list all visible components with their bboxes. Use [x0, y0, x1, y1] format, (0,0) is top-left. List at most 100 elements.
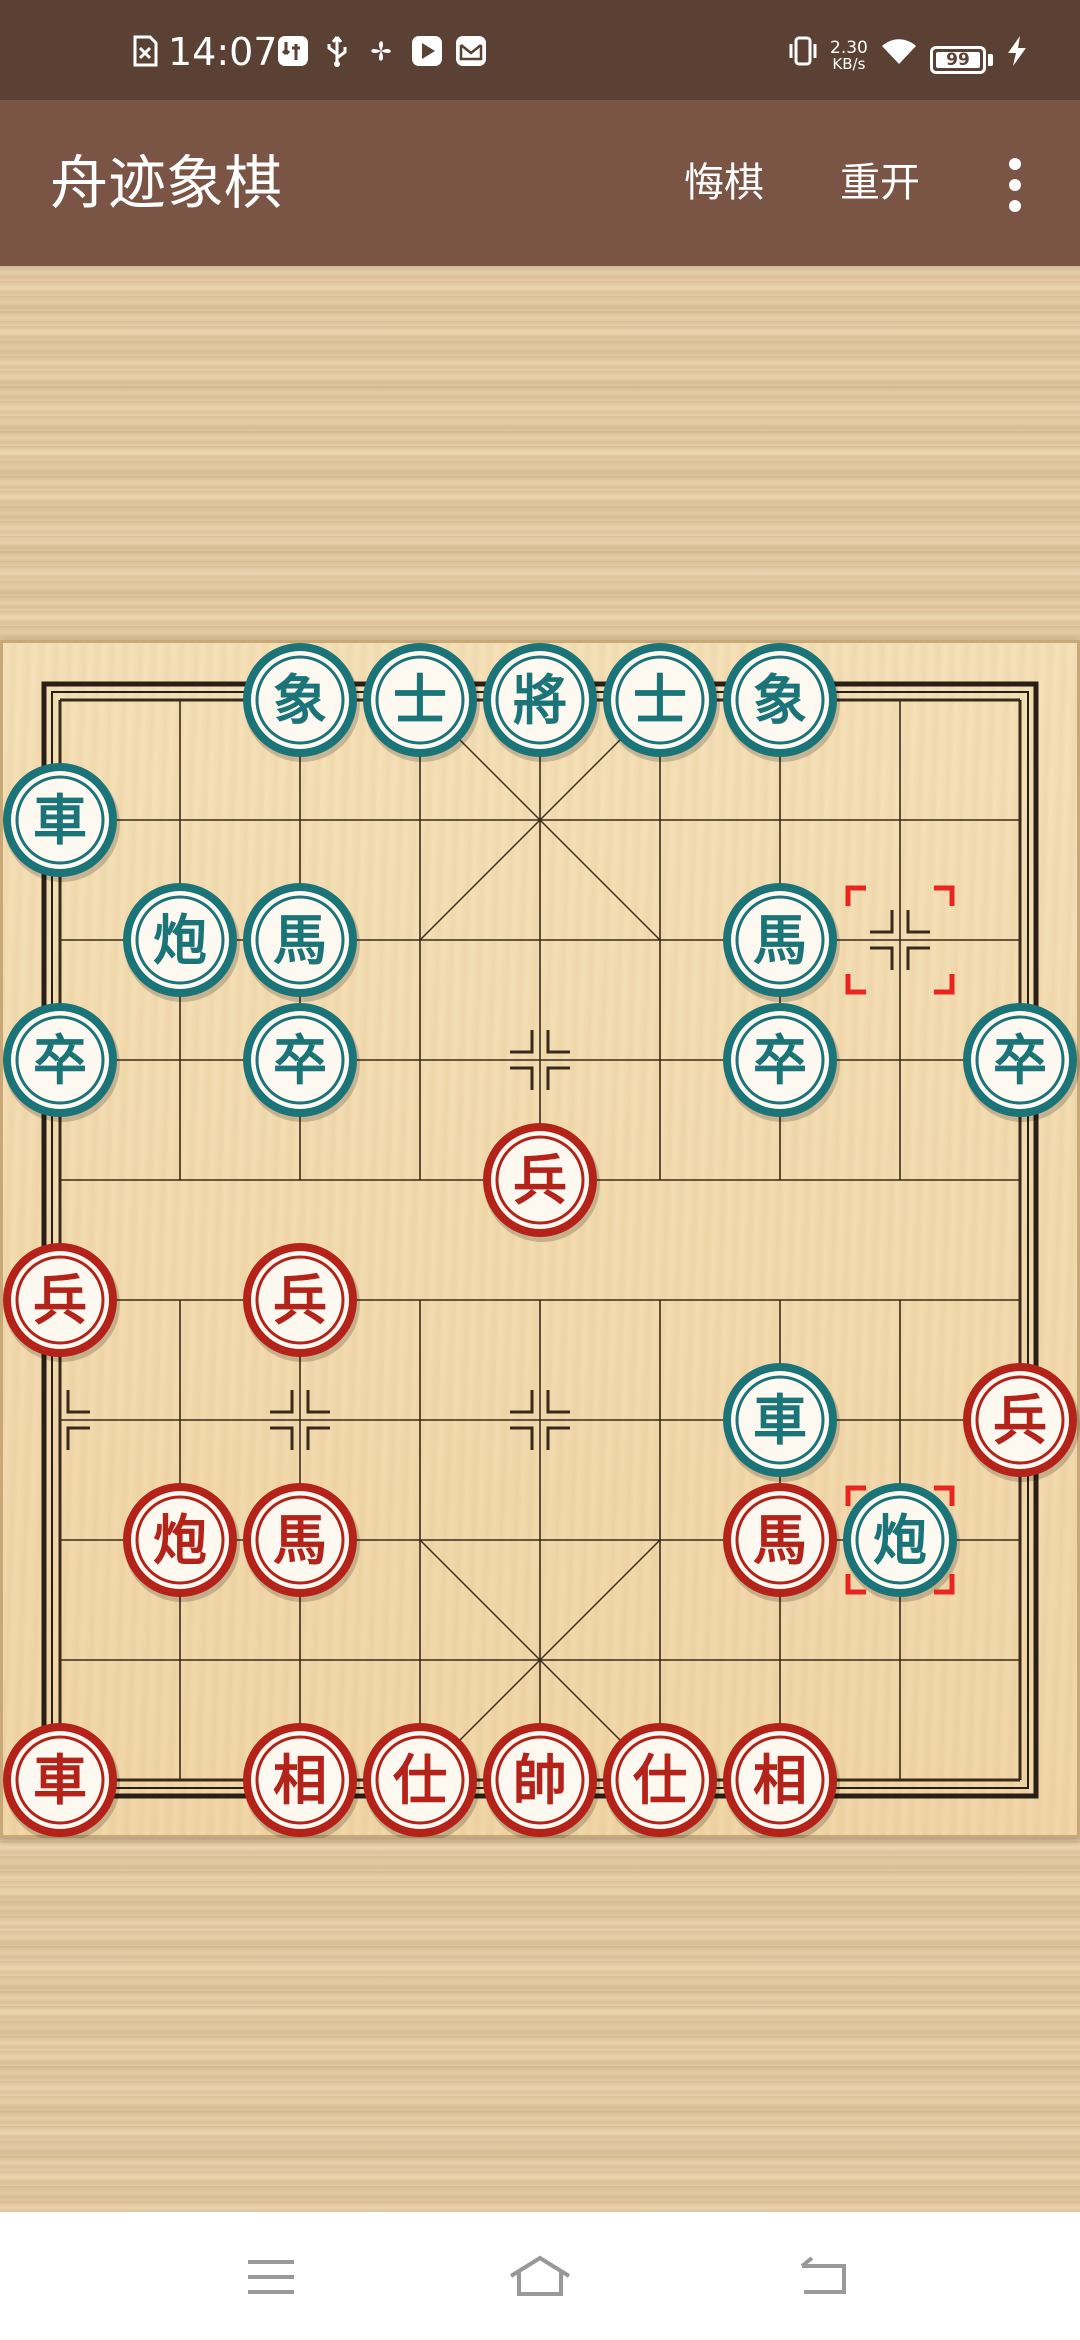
- piece-label: 兵: [513, 1148, 567, 1212]
- restart-button[interactable]: 重开: [840, 158, 920, 208]
- red-piece[interactable]: 帥: [483, 1723, 600, 1838]
- piece-label: 炮: [153, 908, 207, 972]
- piece-label: 仕: [393, 1748, 447, 1812]
- green-piece[interactable]: 車: [3, 763, 120, 882]
- piece-label: 相: [753, 1748, 807, 1812]
- selection-bracket: [934, 885, 955, 906]
- status-bar: 14:07 2.30 KB/s 99: [0, 0, 1080, 100]
- position-marker: [306, 1390, 330, 1414]
- selection-bracket: [845, 885, 866, 906]
- position-marker: [546, 1390, 570, 1414]
- piece-label: 炮: [873, 1508, 927, 1572]
- position-marker: [906, 946, 930, 970]
- position-marker: [546, 1426, 570, 1450]
- green-piece[interactable]: 馬: [723, 883, 840, 1002]
- usb-icon: [327, 36, 347, 67]
- network-speed-value: 2.30: [830, 38, 868, 58]
- green-piece[interactable]: 士: [603, 643, 720, 762]
- green-piece[interactable]: 卒: [243, 1003, 360, 1122]
- app-title: 舟迹象棋: [50, 149, 283, 217]
- battery-tip: [988, 54, 993, 66]
- red-piece[interactable]: 車: [3, 1723, 120, 1838]
- status-time: 14:07: [168, 30, 278, 74]
- position-marker: [870, 910, 894, 934]
- red-piece[interactable]: 相: [243, 1723, 360, 1838]
- piece-label: 將: [513, 668, 567, 732]
- piece-label: 相: [273, 1748, 327, 1812]
- red-piece[interactable]: 兵: [483, 1123, 600, 1242]
- selection-bracket: [934, 974, 955, 995]
- piece-label: 仕: [633, 1748, 687, 1812]
- red-piece[interactable]: 馬: [243, 1483, 360, 1602]
- position-marker: [66, 1390, 90, 1414]
- red-piece[interactable]: 兵: [3, 1243, 120, 1362]
- back-icon[interactable]: [788, 2242, 858, 2312]
- green-piece[interactable]: 車: [723, 1363, 840, 1482]
- piece-label: 炮: [153, 1508, 207, 1572]
- battery-level: 99: [946, 50, 970, 70]
- red-piece[interactable]: 兵: [963, 1363, 1080, 1482]
- piece-label: 象: [753, 668, 807, 732]
- xiangqi-board[interactable]: 象士將士象車炮馬馬卒卒卒卒兵兵兵車兵炮馬馬炮車相仕帥仕相: [0, 640, 1080, 1838]
- sim-off-icon: [133, 35, 158, 67]
- piece-label: 帥: [513, 1748, 567, 1812]
- position-marker: [546, 1066, 570, 1090]
- position-marker: [510, 1390, 534, 1414]
- mail-icon: [456, 36, 486, 66]
- red-piece[interactable]: 馬: [723, 1483, 840, 1602]
- red-piece[interactable]: 仕: [363, 1723, 480, 1838]
- position-marker: [510, 1030, 534, 1054]
- board-grid: 象士將士象車炮馬馬卒卒卒卒兵兵 兵車 兵炮馬馬炮車相仕帥仕相: [3, 643, 1080, 1838]
- red-piece[interactable]: 仕: [603, 1723, 720, 1838]
- position-marker: [870, 946, 894, 970]
- red-piece[interactable]: 相: [723, 1723, 840, 1838]
- navigation-bar: [0, 2212, 1080, 2340]
- green-piece[interactable]: 炮: [843, 1483, 960, 1602]
- charging-icon: [1008, 36, 1026, 66]
- piece-label: 士: [393, 668, 447, 732]
- battery-icon: 99: [930, 46, 986, 74]
- home-icon[interactable]: [505, 2242, 575, 2312]
- red-piece[interactable]: 兵: [243, 1243, 360, 1362]
- piece-label: 馬: [273, 1508, 327, 1572]
- piece-label: 卒: [993, 1028, 1047, 1092]
- piece-label: 馬: [273, 908, 327, 972]
- network-speed-unit: KB/s: [832, 55, 866, 73]
- piece-label: 車: [33, 788, 87, 852]
- pinwheel-icon: [371, 41, 391, 61]
- green-piece[interactable]: 卒: [3, 1003, 120, 1122]
- piece-label: 兵: [273, 1268, 327, 1332]
- network-speed: 2.30 KB/s: [830, 38, 868, 73]
- green-piece[interactable]: 馬: [243, 883, 360, 1002]
- piece-label: 車: [33, 1748, 87, 1812]
- vibrate-icon: [789, 36, 817, 66]
- green-piece[interactable]: 卒: [963, 1003, 1080, 1122]
- piece-label: 卒: [33, 1028, 87, 1092]
- piece-label: 車: [753, 1388, 807, 1452]
- green-piece[interactable]: 將: [483, 643, 600, 762]
- red-piece[interactable]: 炮: [123, 1483, 240, 1602]
- undo-button[interactable]: 悔棋: [684, 158, 764, 208]
- usb-debug-icon: [278, 36, 308, 66]
- piece-label: 馬: [753, 908, 807, 972]
- position-marker: [510, 1426, 534, 1450]
- green-piece[interactable]: 卒: [723, 1003, 840, 1122]
- position-marker: [306, 1426, 330, 1450]
- piece-label: 卒: [753, 1028, 807, 1092]
- green-piece[interactable]: 炮: [123, 883, 240, 1002]
- green-piece[interactable]: 象: [723, 643, 840, 762]
- position-marker: [66, 1426, 90, 1450]
- app-bar: 舟迹象棋 悔棋 重开: [0, 100, 1080, 266]
- piece-label: 卒: [273, 1028, 327, 1092]
- selection-bracket: [845, 974, 866, 995]
- green-piece[interactable]: 士: [363, 643, 480, 762]
- more-vert-icon[interactable]: [998, 150, 1032, 220]
- play-icon: [412, 36, 442, 66]
- wifi-icon: [882, 39, 916, 64]
- piece-label: 馬: [753, 1508, 807, 1572]
- position-marker: [270, 1426, 294, 1450]
- piece-label: 士: [633, 668, 687, 732]
- green-piece[interactable]: 象: [243, 643, 360, 762]
- menu-icon[interactable]: [236, 2242, 306, 2312]
- piece-label: 兵: [993, 1388, 1047, 1452]
